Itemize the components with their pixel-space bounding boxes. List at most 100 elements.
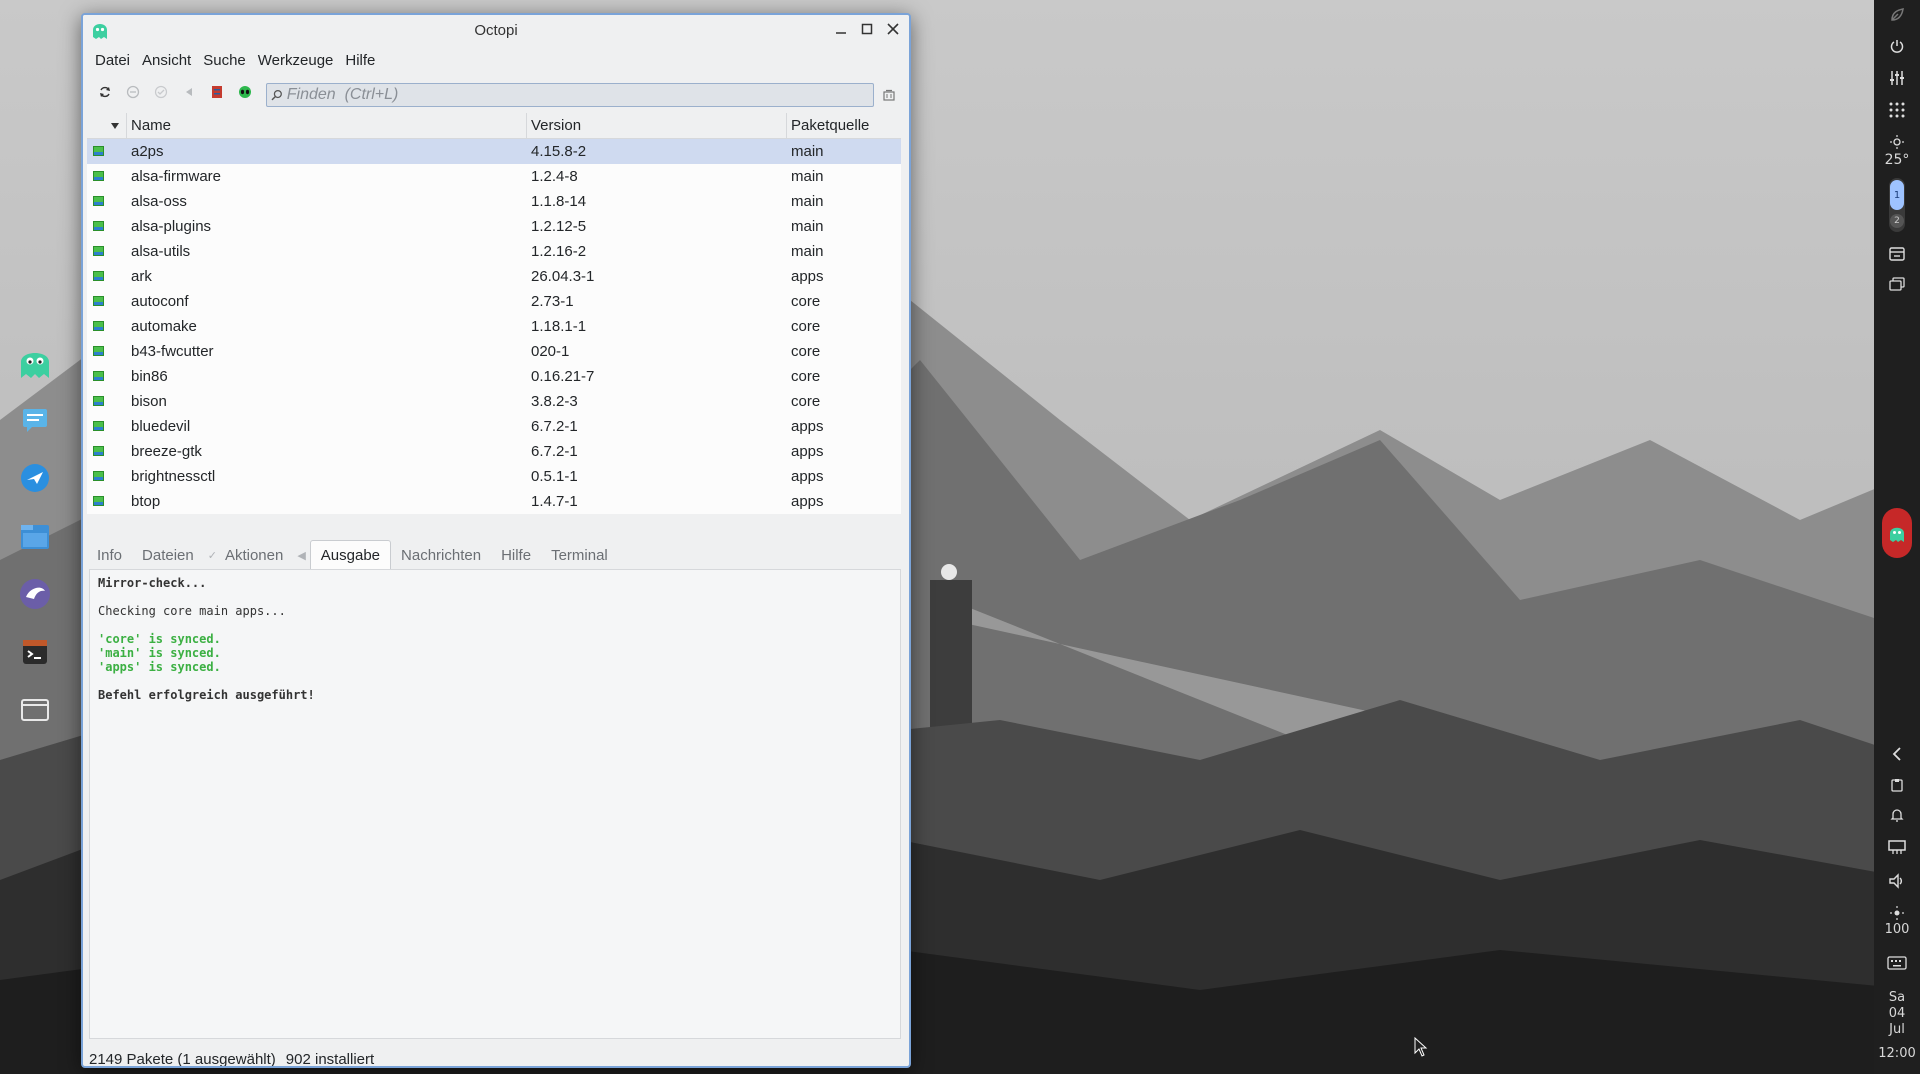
table-row[interactable]: autoconf 2.73-1 core (87, 289, 901, 314)
tab-files[interactable]: Dateien (132, 540, 204, 570)
menu-file[interactable]: Datei (89, 52, 136, 69)
table-row[interactable]: brightnessctl 0.5.1-1 apps (87, 464, 901, 489)
status-column-header[interactable] (87, 112, 127, 139)
browser-launcher[interactable] (13, 456, 57, 500)
table-row[interactable]: bison 3.8.2-3 core (87, 389, 901, 414)
menu-search[interactable]: Suche (197, 52, 252, 69)
clear-icon (883, 89, 895, 101)
network-button[interactable] (1874, 830, 1920, 864)
table-row[interactable]: alsa-plugins 1.2.12-5 main (87, 214, 901, 239)
table-row[interactable]: automake 1.18.1-1 core (87, 314, 901, 339)
panel-icon (1889, 247, 1905, 261)
workspace-1[interactable]: 1 (1890, 180, 1904, 210)
date-number: 04 (1888, 1006, 1906, 1021)
installed-package-icon (93, 396, 104, 406)
power-button[interactable] (1874, 30, 1920, 62)
workspace-2-label: 2 (1894, 216, 1900, 226)
installed-package-icon (93, 296, 104, 306)
package-repo: core (791, 393, 821, 410)
installed-package-icon (93, 346, 104, 356)
windows-overview-button[interactable] (1874, 270, 1920, 298)
close-button[interactable] (883, 19, 903, 39)
menu-help[interactable]: Hilfe (339, 52, 381, 69)
tab-scroll-left-icon[interactable]: ◀ (293, 540, 309, 570)
table-row[interactable]: bluedevil 6.7.2-1 apps (87, 414, 901, 439)
brightness-button[interactable] (1874, 904, 1920, 922)
sync-button[interactable] (93, 80, 117, 104)
repo-column-header[interactable]: Paketquelle (787, 113, 901, 139)
maximize-button[interactable] (857, 19, 877, 39)
package-version: 020-1 (531, 343, 570, 360)
search-input[interactable] (282, 86, 873, 104)
minimize-button[interactable] (831, 19, 851, 39)
package-repo: main (791, 193, 824, 210)
table-row[interactable]: b43-fwcutter 020-1 core (87, 339, 901, 364)
tab-help[interactable]: Hilfe (491, 540, 541, 570)
system-upgrade-button[interactable] (121, 80, 145, 104)
notifications-button[interactable] (1874, 800, 1920, 830)
rollback-button[interactable] (177, 80, 201, 104)
name-column-header[interactable]: Name (127, 112, 527, 139)
weather-widget[interactable] (1874, 132, 1920, 152)
workspace-2[interactable]: 2 (1890, 214, 1904, 228)
table-row[interactable]: alsa-firmware 1.2.4-8 main (87, 164, 901, 189)
stacked-windows-icon (1889, 277, 1905, 291)
version-column-header[interactable]: Version (527, 112, 787, 139)
package-name: brightnessctl (131, 468, 216, 485)
package-name: bluedevil (131, 418, 191, 435)
app-grid-button[interactable] (1874, 94, 1920, 126)
actions-check-icon: ✓ (207, 549, 217, 562)
eagle-launcher[interactable] (13, 572, 57, 616)
tab-actions[interactable]: Aktionen (221, 540, 293, 570)
package-name: automake (131, 318, 197, 335)
package-version: 4.15.8-2 (531, 143, 587, 160)
package-version: 3.8.2-3 (531, 393, 578, 410)
brightness-value: 100 (1884, 922, 1910, 937)
table-row[interactable]: btop 1.4.7-1 apps (87, 489, 901, 514)
window-controls (831, 19, 903, 39)
clipboard-panel-button[interactable] (1874, 238, 1920, 270)
clock[interactable]: Sa 04 Jul 12:00 (1878, 990, 1915, 1062)
browser-icon (21, 464, 49, 492)
output-line-success: 'apps' is synced. (98, 660, 221, 674)
table-row[interactable]: ark 26.04.3-1 apps (87, 264, 901, 289)
package-repo: main (791, 168, 824, 185)
collapse-panel-button[interactable] (1874, 738, 1920, 770)
table-row[interactable]: a2ps 4.15.8-2 main (87, 139, 901, 164)
table-row[interactable]: bin86 0.16.21-7 core (87, 364, 901, 389)
octopi-launcher[interactable] (13, 340, 57, 384)
volume-button[interactable] (1874, 864, 1920, 898)
power-icon (1890, 40, 1904, 53)
sliders-icon (1890, 71, 1904, 85)
terminal-launcher[interactable] (13, 630, 57, 674)
menu-tools[interactable]: Werkzeuge (252, 52, 340, 69)
clear-search-button[interactable] (881, 87, 897, 103)
table-row[interactable]: alsa-utils 1.2.16-2 main (87, 239, 901, 264)
tab-output[interactable]: Ausgabe (309, 540, 392, 570)
table-row[interactable]: alsa-oss 1.1.8-14 main (87, 189, 901, 214)
octopi-tray-button[interactable] (1874, 504, 1920, 562)
window-icon (21, 699, 49, 721)
tab-terminal[interactable]: Terminal (541, 540, 618, 570)
chat-launcher[interactable] (13, 398, 57, 442)
tab-info[interactable]: Info (87, 540, 132, 570)
clipboard-button[interactable] (1874, 770, 1920, 800)
window-launcher[interactable] (13, 688, 57, 732)
output-pane[interactable]: Mirror-check... Checking core main apps.… (89, 569, 901, 1039)
file-manager-launcher[interactable] (13, 514, 57, 558)
menu-view[interactable]: Ansicht (136, 52, 197, 69)
tab-news[interactable]: Nachrichten (391, 540, 491, 570)
table-row[interactable]: breeze-gtk 6.7.2-1 apps (87, 439, 901, 464)
alien-button[interactable] (233, 80, 257, 104)
titlebar[interactable]: Octopi (83, 15, 909, 45)
commit-button[interactable] (149, 80, 173, 104)
aur-tool-button[interactable] (205, 80, 229, 104)
status-bar: 2149 Pakete (1 ausgewählt) 902 installie… (89, 1047, 374, 1067)
keyboard-button[interactable] (1874, 946, 1920, 980)
package-name: alsa-utils (131, 243, 191, 260)
installed-package-icon (93, 246, 104, 256)
settings-button[interactable] (1874, 62, 1920, 94)
package-version: 26.04.3-1 (531, 268, 595, 285)
leaf-logo[interactable] (1874, 0, 1920, 30)
left-dock (0, 340, 70, 732)
